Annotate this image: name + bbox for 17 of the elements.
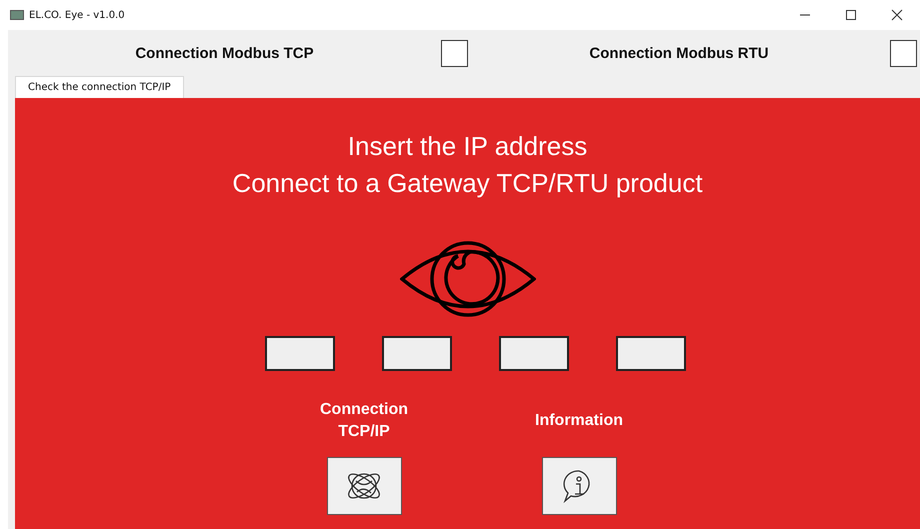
app-icon [10, 10, 24, 20]
mode-label: Connection Modbus TCP [135, 44, 314, 62]
ip-octet-field[interactable] [498, 336, 568, 371]
heading-line: Connect to a Gateway TCP/RTU product [232, 167, 703, 200]
mode-checkbox[interactable] [890, 40, 917, 66]
window-title: EL.CO. Eye - v1.0.0 [29, 10, 125, 20]
ip-octet-field[interactable] [264, 336, 334, 371]
heading-line: Insert the IP address [348, 130, 588, 163]
ip-octet-field[interactable] [382, 336, 452, 371]
mode-checkbox[interactable] [441, 40, 468, 66]
tab[interactable]: Check the connection TCP/IP [15, 76, 184, 98]
connection-button[interactable] [326, 457, 402, 515]
ip-octet-field[interactable] [616, 336, 686, 371]
information-button[interactable] [542, 457, 616, 515]
mode-label: Connection Modbus RTU [589, 44, 769, 62]
action-label: Information [535, 411, 623, 431]
action-label: Connection TCP/IP [320, 400, 408, 442]
